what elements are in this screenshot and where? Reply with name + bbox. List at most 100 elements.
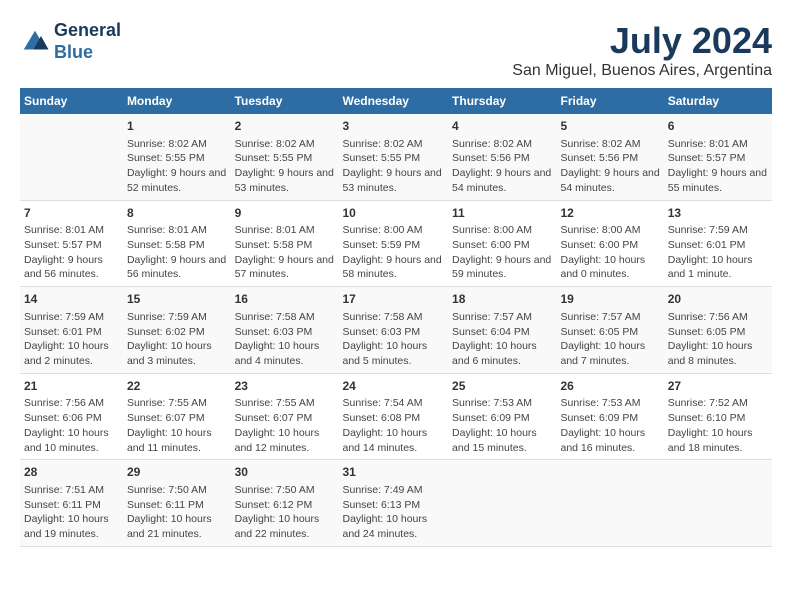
day-number: 7	[24, 205, 119, 222]
day-info: Sunrise: 7:59 AMSunset: 6:01 PMDaylight:…	[668, 224, 753, 280]
day-info: Sunrise: 7:59 AMSunset: 6:02 PMDaylight:…	[127, 311, 212, 367]
calendar-cell: 2 Sunrise: 8:02 AMSunset: 5:55 PMDaylight…	[231, 114, 339, 200]
subtitle: San Miguel, Buenos Aires, Argentina	[512, 62, 772, 80]
calendar-cell: 4 Sunrise: 8:02 AMSunset: 5:56 PMDaylight…	[448, 114, 556, 200]
day-info: Sunrise: 7:56 AMSunset: 6:06 PMDaylight:…	[24, 397, 109, 453]
day-number: 28	[24, 464, 119, 481]
day-info: Sunrise: 7:57 AMSunset: 6:05 PMDaylight:…	[560, 311, 645, 367]
day-info: Sunrise: 8:01 AMSunset: 5:57 PMDaylight:…	[24, 224, 104, 280]
day-info: Sunrise: 7:58 AMSunset: 6:03 PMDaylight:…	[343, 311, 428, 367]
day-header-wednesday: Wednesday	[339, 88, 449, 114]
calendar-cell: 10 Sunrise: 8:00 AMSunset: 5:59 PMDayligh…	[339, 200, 449, 287]
header-row: SundayMondayTuesdayWednesdayThursdayFrid…	[20, 88, 772, 114]
calendar-cell: 21 Sunrise: 7:56 AMSunset: 6:06 PMDayligh…	[20, 373, 123, 460]
day-info: Sunrise: 7:59 AMSunset: 6:01 PMDaylight:…	[24, 311, 109, 367]
calendar-cell: 18 Sunrise: 7:57 AMSunset: 6:04 PMDayligh…	[448, 287, 556, 374]
day-info: Sunrise: 7:55 AMSunset: 6:07 PMDaylight:…	[127, 397, 212, 453]
day-number: 1	[127, 118, 227, 135]
calendar-cell: 11Sunrise: 8:00 AMSunset: 6:00 PMDayligh…	[448, 200, 556, 287]
calendar-cell: 24Sunrise: 7:54 AMSunset: 6:08 PMDayligh…	[339, 373, 449, 460]
calendar-cell: 23Sunrise: 7:55 AMSunset: 6:07 PMDayligh…	[231, 373, 339, 460]
day-number: 29	[127, 464, 227, 481]
calendar-week-5: 28 Sunrise: 7:51 AMSunset: 6:11 PMDayligh…	[20, 460, 772, 547]
day-number: 27	[668, 378, 768, 395]
day-info: Sunrise: 8:01 AMSunset: 5:58 PMDaylight:…	[235, 224, 334, 280]
calendar-cell: 22Sunrise: 7:55 AMSunset: 6:07 PMDayligh…	[123, 373, 231, 460]
day-info: Sunrise: 7:56 AMSunset: 6:05 PMDaylight:…	[668, 311, 753, 367]
day-info: Sunrise: 7:52 AMSunset: 6:10 PMDaylight:…	[668, 397, 753, 453]
calendar-cell: 29Sunrise: 7:50 AMSunset: 6:11 PMDayligh…	[123, 460, 231, 547]
day-number: 5	[560, 118, 659, 135]
calendar-cell: 15 Sunrise: 7:59 AMSunset: 6:02 PMDayligh…	[123, 287, 231, 374]
day-info: Sunrise: 8:02 AMSunset: 5:55 PMDaylight:…	[343, 138, 442, 194]
day-info: Sunrise: 8:00 AMSunset: 5:59 PMDaylight:…	[343, 224, 442, 280]
day-header-sunday: Sunday	[20, 88, 123, 114]
day-info: Sunrise: 8:01 AMSunset: 5:58 PMDaylight:…	[127, 224, 226, 280]
day-info: Sunrise: 7:58 AMSunset: 6:03 PMDaylight:…	[235, 311, 320, 367]
day-header-friday: Friday	[556, 88, 663, 114]
day-number: 31	[343, 464, 445, 481]
calendar-cell: 17 Sunrise: 7:58 AMSunset: 6:03 PMDayligh…	[339, 287, 449, 374]
day-info: Sunrise: 7:55 AMSunset: 6:07 PMDaylight:…	[235, 397, 320, 453]
day-number: 21	[24, 378, 119, 395]
calendar-header: SundayMondayTuesdayWednesdayThursdayFrid…	[20, 88, 772, 114]
calendar-body: 1 Sunrise: 8:02 AMSunset: 5:55 PMDaylight…	[20, 114, 772, 546]
logo-text-line2: Blue	[54, 42, 121, 64]
calendar-cell: 26Sunrise: 7:53 AMSunset: 6:09 PMDayligh…	[556, 373, 663, 460]
day-info: Sunrise: 7:51 AMSunset: 6:11 PMDaylight:…	[24, 484, 109, 540]
day-number: 14	[24, 291, 119, 308]
calendar-cell	[664, 460, 772, 547]
calendar-cell: 20Sunrise: 7:56 AMSunset: 6:05 PMDayligh…	[664, 287, 772, 374]
day-number: 9	[235, 205, 335, 222]
day-number: 3	[343, 118, 445, 135]
logo-text-line1: General	[54, 20, 121, 42]
calendar-cell	[448, 460, 556, 547]
logo-icon	[20, 27, 50, 57]
day-number: 6	[668, 118, 768, 135]
page-header: General Blue July 2024 San Miguel, Bueno…	[20, 20, 772, 80]
day-header-monday: Monday	[123, 88, 231, 114]
day-number: 19	[560, 291, 659, 308]
day-info: Sunrise: 7:57 AMSunset: 6:04 PMDaylight:…	[452, 311, 537, 367]
calendar-cell: 1 Sunrise: 8:02 AMSunset: 5:55 PMDaylight…	[123, 114, 231, 200]
calendar-cell	[20, 114, 123, 200]
day-number: 18	[452, 291, 552, 308]
day-info: Sunrise: 8:02 AMSunset: 5:56 PMDaylight:…	[452, 138, 551, 194]
calendar-cell: 14 Sunrise: 7:59 AMSunset: 6:01 PMDayligh…	[20, 287, 123, 374]
calendar-cell: 6 Sunrise: 8:01 AMSunset: 5:57 PMDaylight…	[664, 114, 772, 200]
day-number: 15	[127, 291, 227, 308]
day-number: 17	[343, 291, 445, 308]
day-info: Sunrise: 8:02 AMSunset: 5:55 PMDaylight:…	[127, 138, 226, 194]
day-number: 16	[235, 291, 335, 308]
calendar-cell: 30 Sunrise: 7:50 AMSunset: 6:12 PMDayligh…	[231, 460, 339, 547]
day-number: 10	[343, 205, 445, 222]
calendar-cell: 25 Sunrise: 7:53 AMSunset: 6:09 PMDayligh…	[448, 373, 556, 460]
day-number: 12	[560, 205, 659, 222]
day-header-tuesday: Tuesday	[231, 88, 339, 114]
day-info: Sunrise: 8:01 AMSunset: 5:57 PMDaylight:…	[668, 138, 767, 194]
calendar-cell: 9 Sunrise: 8:01 AMSunset: 5:58 PMDaylight…	[231, 200, 339, 287]
day-info: Sunrise: 7:54 AMSunset: 6:08 PMDaylight:…	[343, 397, 428, 453]
day-info: Sunrise: 7:50 AMSunset: 6:12 PMDaylight:…	[235, 484, 320, 540]
day-number: 30	[235, 464, 335, 481]
logo: General Blue	[20, 20, 121, 63]
calendar-cell	[556, 460, 663, 547]
calendar-cell: 8 Sunrise: 8:01 AMSunset: 5:58 PMDaylight…	[123, 200, 231, 287]
calendar-cell: 16 Sunrise: 7:58 AMSunset: 6:03 PMDayligh…	[231, 287, 339, 374]
day-info: Sunrise: 8:00 AMSunset: 6:00 PMDaylight:…	[452, 224, 551, 280]
day-info: Sunrise: 7:53 AMSunset: 6:09 PMDaylight:…	[560, 397, 645, 453]
day-info: Sunrise: 8:02 AMSunset: 5:55 PMDaylight:…	[235, 138, 334, 194]
day-number: 25	[452, 378, 552, 395]
title-section: July 2024 San Miguel, Buenos Aires, Arge…	[512, 20, 772, 80]
calendar-cell: 5Sunrise: 8:02 AMSunset: 5:56 PMDaylight…	[556, 114, 663, 200]
day-info: Sunrise: 7:49 AMSunset: 6:13 PMDaylight:…	[343, 484, 428, 540]
calendar-cell: 19 Sunrise: 7:57 AMSunset: 6:05 PMDayligh…	[556, 287, 663, 374]
day-number: 2	[235, 118, 335, 135]
calendar-week-2: 7 Sunrise: 8:01 AMSunset: 5:57 PMDaylight…	[20, 200, 772, 287]
day-number: 4	[452, 118, 552, 135]
calendar-week-4: 21 Sunrise: 7:56 AMSunset: 6:06 PMDayligh…	[20, 373, 772, 460]
calendar-cell: 13Sunrise: 7:59 AMSunset: 6:01 PMDayligh…	[664, 200, 772, 287]
day-number: 8	[127, 205, 227, 222]
calendar-cell: 31 Sunrise: 7:49 AMSunset: 6:13 PMDayligh…	[339, 460, 449, 547]
day-info: Sunrise: 7:53 AMSunset: 6:09 PMDaylight:…	[452, 397, 537, 453]
